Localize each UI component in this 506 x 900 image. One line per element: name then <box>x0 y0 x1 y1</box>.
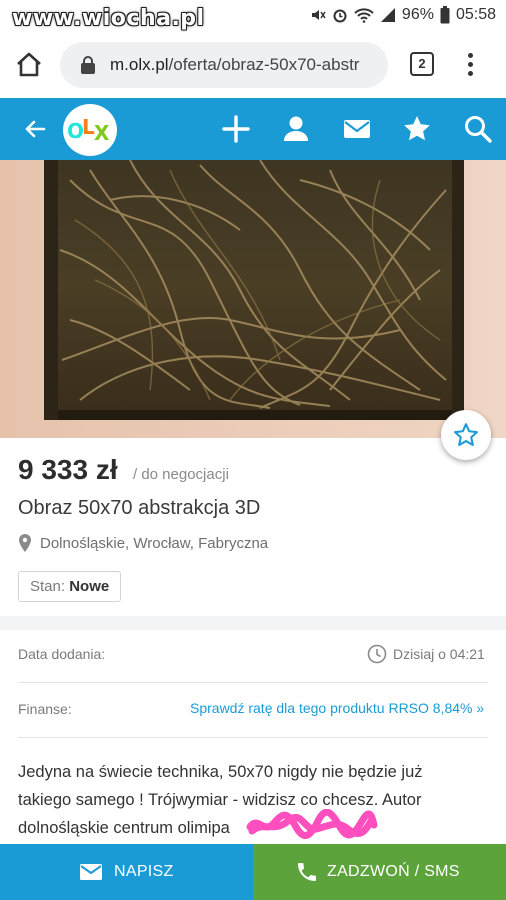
date-added-label: Data dodania: <box>18 646 106 662</box>
painting-image <box>0 160 506 438</box>
phone-icon <box>298 863 316 881</box>
description-line: Jedyna na świecie technika, 50x70 nigdy … <box>18 763 423 781</box>
star-icon[interactable] <box>402 114 432 144</box>
home-icon[interactable] <box>14 50 44 80</box>
condition-label: Stan: <box>30 578 66 595</box>
tab-switcher-button[interactable]: 2 <box>410 52 434 76</box>
favorite-button[interactable] <box>441 410 491 460</box>
divider <box>18 737 488 738</box>
mute-icon <box>311 10 326 20</box>
browser-menu-icon[interactable] <box>462 50 478 80</box>
browser-toolbar: m.olx.pl/oferta/obraz-50x70-abstr 2 <box>0 32 506 98</box>
write-message-button[interactable]: NAPISZ <box>0 844 253 900</box>
section-separator <box>0 616 506 630</box>
condition-value: Nowe <box>69 578 110 595</box>
condition-badge: Stan: Nowe <box>18 571 122 602</box>
logo-letter-l: L <box>82 115 95 139</box>
action-bar: NAPISZ ZADZWOŃ / SMS <box>0 844 506 900</box>
mail-icon[interactable] <box>342 114 372 144</box>
address-bar[interactable]: m.olx.pl/oferta/obraz-50x70-abstr <box>60 42 388 88</box>
envelope-icon <box>80 864 102 880</box>
divider <box>18 682 488 683</box>
call-button-label: ZADZWOŃ / SMS <box>327 863 460 880</box>
star-outline-icon <box>454 423 478 447</box>
redaction-scribble <box>246 809 378 839</box>
search-icon[interactable] <box>463 114 493 144</box>
logo-letter-x: X <box>94 121 110 145</box>
signal-icon <box>380 8 395 22</box>
status-icons: 96% 05:58 <box>310 6 496 24</box>
plus-icon[interactable] <box>221 114 251 144</box>
alarm-icon <box>333 9 347 23</box>
listing-title: Obraz 50x70 abstrakcja 3D <box>18 497 261 519</box>
wifi-icon <box>354 8 374 23</box>
url-text: m.olx.pl/oferta/obraz-50x70-abstr <box>110 55 380 75</box>
location-pin-icon <box>19 534 31 552</box>
user-icon[interactable] <box>281 114 311 144</box>
olx-logo[interactable]: O L X <box>63 104 117 156</box>
olx-header: O L X <box>0 98 506 160</box>
write-button-label: NAPISZ <box>114 863 174 880</box>
price-negotiable-note: / do negocjacji <box>133 466 229 483</box>
finance-installment-link[interactable]: Sprawdź ratę dla tego produktu RRSO 8,84… <box>190 700 484 716</box>
url-domain: m.olx.pl <box>110 55 169 74</box>
status-bar: www.wiocha.pl 96% 05:58 <box>0 0 506 32</box>
date-added-value: Dzisiaj o 04:21 <box>393 646 485 662</box>
call-sms-button[interactable]: ZADZWOŃ / SMS <box>253 844 506 900</box>
clock-time: 05:58 <box>455 6 496 23</box>
back-arrow-icon[interactable] <box>22 116 48 142</box>
product-photo[interactable] <box>0 160 506 438</box>
watermark-text: www.wiocha.pl <box>12 6 205 31</box>
finance-label: Finanse: <box>18 701 72 717</box>
url-path: /oferta/obraz-50x70-abstr <box>168 55 360 74</box>
price: 9 333 zł <box>18 454 118 485</box>
clock-icon <box>367 644 387 664</box>
lock-icon <box>81 56 95 74</box>
battery-icon <box>440 6 450 24</box>
page: www.wiocha.pl 96% 05:58 m.olx.pl/oferta/… <box>0 0 506 900</box>
battery-level: 96% <box>401 6 434 23</box>
location-text[interactable]: Dolnośląskie, Wrocław, Fabryczna <box>40 535 268 552</box>
